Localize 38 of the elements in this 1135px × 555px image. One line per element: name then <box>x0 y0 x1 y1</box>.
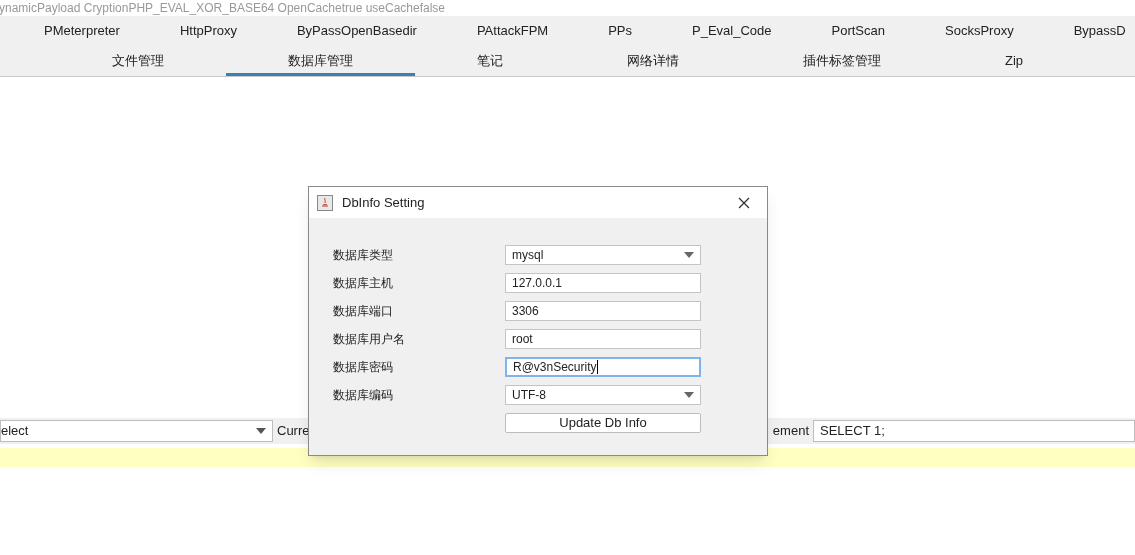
input-field[interactable]: root <box>505 329 701 349</box>
app-icon <box>317 194 333 211</box>
field-label: 数据库主机 <box>333 275 394 292</box>
field-label: 数据库用户名 <box>333 331 406 348</box>
tab[interactable]: 插件标签管理 <box>741 45 943 76</box>
tab[interactable]: 数据库管理 <box>226 45 415 76</box>
tab[interactable]: 笔记 <box>415 45 565 76</box>
field-label: 数据库端口 <box>333 303 394 320</box>
tab[interactable]: PMeterpreter <box>14 16 150 45</box>
tab[interactable]: PortScan <box>801 16 915 45</box>
dropdown-arrow-icon <box>684 392 694 398</box>
field-label: 数据库密码 <box>333 359 394 376</box>
input-field[interactable]: R@v3nSecurity <box>505 357 701 377</box>
tab[interactable]: BypassD <box>1043 16 1135 45</box>
close-icon[interactable] <box>738 196 750 209</box>
statement-field[interactable]: SELECT 1; <box>813 420 1135 442</box>
select-dropdown[interactable]: UTF-8 <box>505 385 701 405</box>
tab[interactable]: HttpProxy <box>149 16 267 45</box>
tab[interactable]: 文件管理 <box>50 45 226 76</box>
field-label: 数据库编码 <box>333 387 394 404</box>
input-field[interactable]: 3306 <box>505 301 701 321</box>
tab[interactable]: PPs <box>578 16 663 45</box>
field-label: ement <box>772 422 809 441</box>
select-dropdown[interactable]: mysql <box>505 245 701 265</box>
tab[interactable]: PAttackFPM <box>446 16 579 45</box>
dialog-title: DbInfo Setting <box>342 193 425 212</box>
dropdown-arrow-icon <box>684 252 694 258</box>
tab[interactable]: P_Eval_Code <box>662 16 802 45</box>
select-dropdown[interactable]: elect <box>0 420 273 442</box>
tab[interactable]: 网络详情 <box>565 45 741 76</box>
dropdown-arrow-icon <box>256 428 266 434</box>
tab[interactable]: ByPassOpenBasedir <box>266 16 447 45</box>
tab[interactable]: SocksProxy <box>915 16 1044 45</box>
field-label: Curre <box>277 422 310 441</box>
input-field[interactable]: 127.0.0.1 <box>505 273 701 293</box>
field-label: 数据库类型 <box>333 247 394 264</box>
update-button[interactable]: Update Db Info <box>505 413 701 433</box>
tab[interactable]: Zip <box>943 45 1086 76</box>
